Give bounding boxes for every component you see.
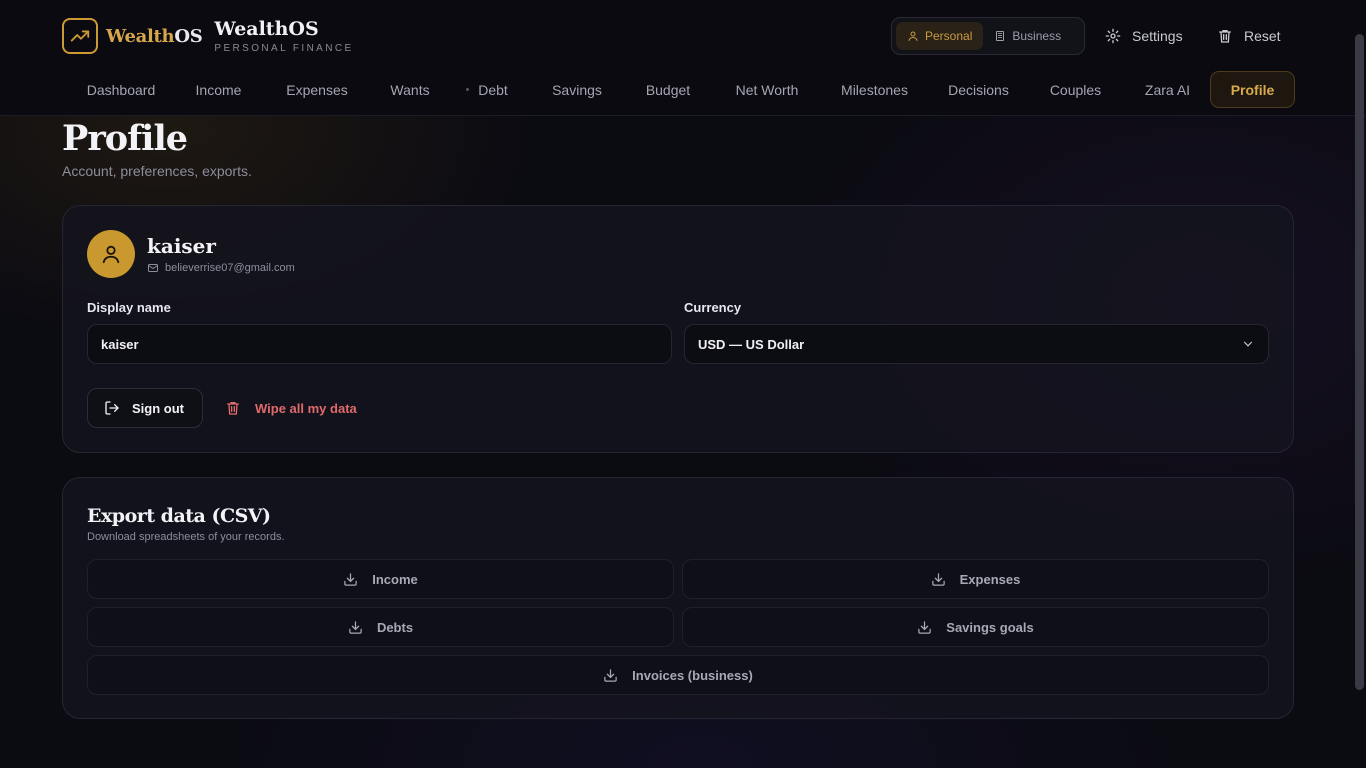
- nav-debt[interactable]: Debt: [472, 71, 514, 108]
- nav-label: Expenses: [286, 81, 348, 98]
- download-icon: [343, 572, 358, 587]
- user-icon: [100, 243, 122, 265]
- export-title: Export data (CSV): [87, 505, 271, 527]
- trash-icon: [1217, 28, 1233, 44]
- page-scrollbar[interactable]: [1355, 34, 1364, 690]
- profile-card: kaiser believerrise07@gmail.com Display …: [62, 205, 1294, 453]
- brand-logo-suffix: OS: [174, 25, 203, 47]
- wipe-data-label: Wipe all my data: [255, 400, 357, 416]
- building-icon: [994, 30, 1006, 42]
- export-subtitle: Download spreadsheets of your records.: [87, 531, 285, 543]
- display-name-field[interactable]: [87, 324, 672, 364]
- gear-icon: [1105, 28, 1121, 44]
- nav-budget[interactable]: Budget: [633, 71, 703, 108]
- export-expenses-button[interactable]: Expenses: [682, 559, 1269, 599]
- nav-couples[interactable]: Couples: [1038, 71, 1113, 108]
- export-invoices-button[interactable]: Invoices (business): [87, 655, 1269, 695]
- export-savings-goals-button[interactable]: Savings goals: [682, 607, 1269, 647]
- export-button-label: Invoices (business): [632, 667, 753, 683]
- display-name-input[interactable]: [101, 336, 658, 352]
- nav-label: Net Worth: [735, 81, 799, 98]
- trash-icon: [225, 400, 241, 416]
- reset-label: Reset: [1244, 28, 1281, 44]
- download-icon: [603, 668, 618, 683]
- chart-line-icon: [62, 18, 98, 54]
- nav-indicator-dot: [466, 88, 469, 91]
- nav-savings[interactable]: Savings: [540, 71, 614, 108]
- brand[interactable]: WealthOS WealthOS PERSONAL FINANCE: [62, 17, 354, 55]
- user-email-text: believerrise07@gmail.com: [165, 262, 295, 274]
- nav-profile[interactable]: Profile: [1210, 71, 1295, 108]
- mail-icon: [147, 262, 159, 274]
- nav-label: Profile: [1230, 81, 1275, 98]
- nav-income[interactable]: Income: [182, 71, 255, 108]
- sign-out-label: Sign out: [132, 400, 184, 416]
- mode-business-label: Business: [1012, 29, 1062, 43]
- mode-personal-button[interactable]: Personal: [896, 22, 984, 50]
- avatar: [87, 230, 135, 278]
- sign-out-button[interactable]: Sign out: [87, 388, 203, 428]
- brand-titles: WealthOS PERSONAL FINANCE: [214, 18, 353, 54]
- currency-select-value: USD — US Dollar: [698, 336, 805, 352]
- export-income-button[interactable]: Income: [87, 559, 674, 599]
- main-nav: Dashboard Income Expenses Wants Debt Sav…: [0, 71, 1366, 108]
- nav-label: Budget: [645, 81, 691, 98]
- nav-net-worth[interactable]: Net Worth: [722, 71, 812, 108]
- download-icon: [917, 620, 932, 635]
- chevron-down-icon: [1241, 337, 1255, 351]
- nav-label: Savings: [552, 81, 602, 98]
- mode-business-button[interactable]: Business: [983, 22, 1072, 50]
- user-icon: [907, 30, 919, 42]
- export-card: Export data (CSV) Download spreadsheets …: [62, 477, 1294, 719]
- nav-label: Debt: [478, 81, 508, 98]
- nav-zara-ai[interactable]: Zara AI: [1132, 71, 1203, 108]
- export-debts-button[interactable]: Debts: [87, 607, 674, 647]
- nav-decisions[interactable]: Decisions: [937, 71, 1020, 108]
- nav-label: Zara AI: [1144, 81, 1191, 98]
- nav-label: Couples: [1049, 81, 1102, 98]
- brand-title: WealthOS: [214, 18, 319, 40]
- nav-label: Income: [195, 81, 242, 98]
- brand-subtitle: PERSONAL FINANCE: [214, 43, 354, 54]
- top-bar: WealthOS WealthOS PERSONAL FINANCE Perso…: [0, 0, 1366, 116]
- nav-wants[interactable]: Wants: [379, 71, 441, 108]
- nav-label: Dashboard: [86, 81, 156, 98]
- nav-label: Decisions: [948, 81, 1009, 98]
- export-button-label: Debts: [376, 619, 414, 635]
- settings-button[interactable]: Settings: [1105, 17, 1183, 55]
- currency-label: Currency: [684, 300, 742, 315]
- download-icon: [931, 572, 946, 587]
- nav-dashboard[interactable]: Dashboard: [74, 71, 168, 108]
- brand-logo-text: WealthOS: [106, 25, 203, 47]
- reset-button[interactable]: Reset: [1217, 17, 1281, 55]
- page-subtitle: Account, preferences, exports.: [62, 163, 252, 179]
- mode-personal-label: Personal: [925, 29, 973, 43]
- wipe-data-button[interactable]: Wipe all my data: [225, 388, 357, 428]
- export-button-label: Income: [372, 571, 418, 587]
- nav-milestones[interactable]: Milestones: [829, 71, 920, 108]
- sign-out-icon: [104, 400, 120, 416]
- export-button-label: Expenses: [959, 571, 1021, 587]
- settings-label: Settings: [1132, 28, 1183, 44]
- nav-label: Milestones: [841, 81, 908, 98]
- brand-logo-word: Wealth: [106, 25, 175, 47]
- nav-expenses[interactable]: Expenses: [274, 71, 360, 108]
- export-button-label: Savings goals: [946, 619, 1034, 635]
- download-icon: [348, 620, 363, 635]
- nav-label: Wants: [390, 81, 430, 98]
- user-name: kaiser: [147, 234, 216, 258]
- page-title: Profile: [62, 118, 188, 159]
- display-name-label: Display name: [87, 300, 171, 315]
- user-email: believerrise07@gmail.com: [147, 262, 295, 274]
- mode-toggle: Personal Business: [891, 17, 1085, 55]
- currency-select[interactable]: USD — US Dollar: [684, 324, 1269, 364]
